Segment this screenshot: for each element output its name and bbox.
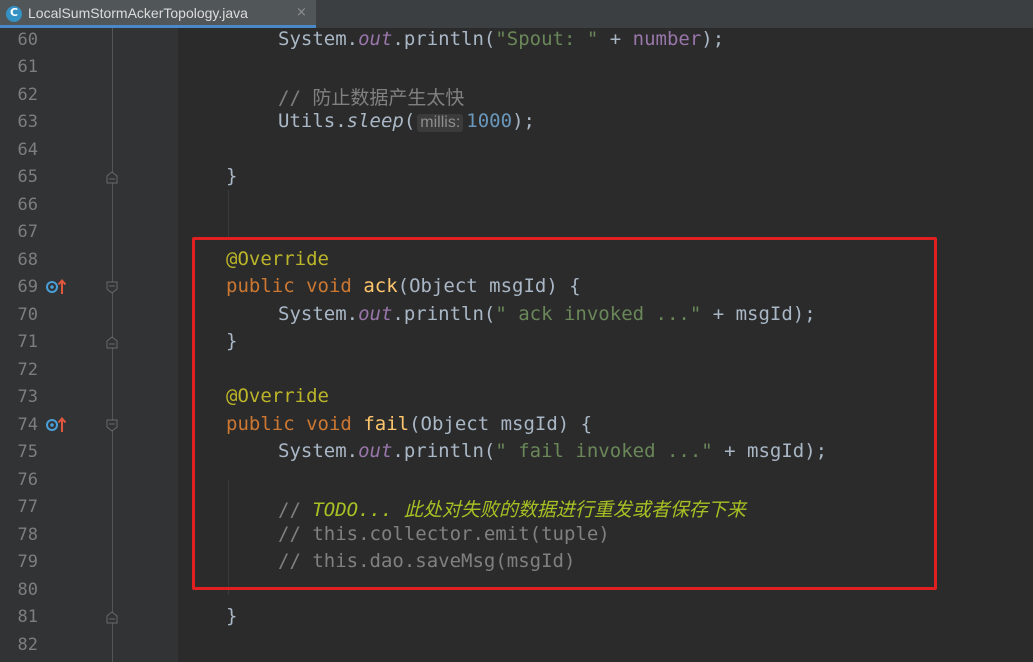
fold-icon[interactable] <box>106 419 118 432</box>
line-number: 77 <box>17 497 38 517</box>
code-token: ); <box>512 110 535 132</box>
number-literal: 1000 <box>466 110 513 132</box>
line-number: 69 <box>17 277 38 297</box>
code-token: ); <box>701 28 725 50</box>
code-token: .println( <box>392 28 496 50</box>
line-number: 76 <box>17 470 38 490</box>
override-method-icon[interactable] <box>45 277 69 297</box>
line-number: 75 <box>17 442 38 462</box>
field-token: number <box>632 28 702 50</box>
code-token: + <box>598 28 633 50</box>
java-class-icon: C <box>6 6 22 22</box>
code-line-63: Utils.sleep(millis: 1000); <box>278 110 535 132</box>
parameter-hint: millis: <box>417 114 464 132</box>
line-number: 82 <box>17 635 38 655</box>
tab-filename: LocalSumStormAckerTopology.java <box>28 5 248 21</box>
line-number: 72 <box>17 360 38 380</box>
string-literal: "Spout: " <box>495 28 599 50</box>
code-token: Utils. <box>278 110 347 132</box>
fold-icon[interactable] <box>106 171 118 184</box>
line-number: 66 <box>17 195 38 215</box>
line-number: 81 <box>17 607 38 627</box>
code-token: out <box>358 28 393 50</box>
line-number: 73 <box>17 387 38 407</box>
line-number: 78 <box>17 525 38 545</box>
line-number: 60 <box>17 30 38 50</box>
line-number: 64 <box>17 140 38 160</box>
line-number: 71 <box>17 332 38 352</box>
line-number: 61 <box>17 57 38 77</box>
code-line-65: } <box>226 165 238 187</box>
override-method-icon[interactable] <box>45 415 69 435</box>
code-token: ( <box>403 110 416 132</box>
code-token: System. <box>278 28 359 50</box>
comment-line-62: // 防止数据产生太快 <box>278 87 465 109</box>
highlight-box <box>192 237 937 590</box>
code-token: sleep <box>346 110 404 132</box>
line-number: 67 <box>17 222 38 242</box>
line-number: 63 <box>17 112 38 132</box>
line-number: 80 <box>17 580 38 600</box>
fold-icon[interactable] <box>106 281 118 294</box>
line-number: 65 <box>17 167 38 187</box>
fold-icon[interactable] <box>106 336 118 349</box>
line-number: 62 <box>17 85 38 105</box>
line-number: 70 <box>17 305 38 325</box>
fold-icon[interactable] <box>106 611 118 624</box>
line-number: 68 <box>17 250 38 270</box>
indent-guide <box>228 190 229 240</box>
editor-tab[interactable]: C LocalSumStormAckerTopology.java × <box>0 0 316 28</box>
editor-tab-bar: C LocalSumStormAckerTopology.java × <box>0 0 1033 28</box>
code-line-81: } <box>226 605 238 627</box>
line-number: 74 <box>17 415 38 435</box>
line-number: 79 <box>17 552 38 572</box>
code-line-60: System.out.println("Spout: " + number); <box>278 28 724 50</box>
close-icon[interactable]: × <box>296 5 307 20</box>
